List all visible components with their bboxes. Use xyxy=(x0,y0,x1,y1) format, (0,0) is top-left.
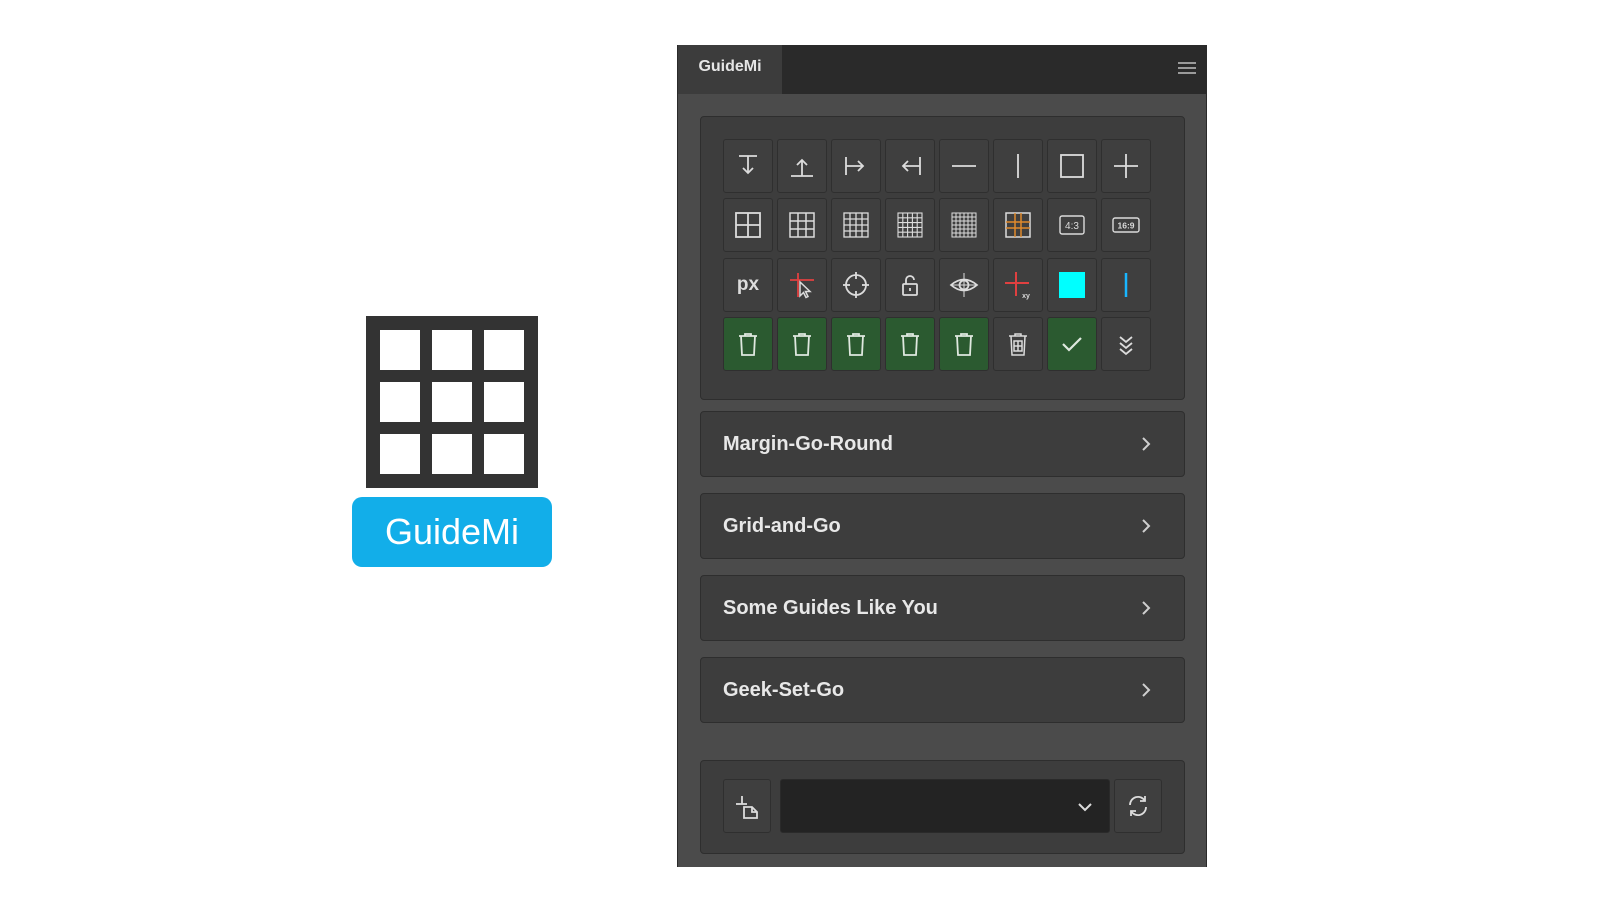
vertical-center-guide-icon[interactable] xyxy=(993,139,1043,193)
lock-guides-icon[interactable] xyxy=(885,258,935,312)
hamburger-menu-icon[interactable] xyxy=(1178,62,1196,76)
grid-2x2-icon[interactable] xyxy=(723,198,773,252)
guide-top-icon[interactable] xyxy=(723,139,773,193)
section-geek-set-go[interactable]: Geek-Set-Go xyxy=(700,657,1185,723)
grid-3x3-icon[interactable] xyxy=(777,198,827,252)
preset-footer xyxy=(700,760,1185,854)
expand-more-icon[interactable] xyxy=(1101,317,1151,371)
section-label: Margin-Go-Round xyxy=(723,433,893,455)
chevron-right-icon xyxy=(1142,683,1151,697)
section-label: Some Guides Like You xyxy=(723,597,938,619)
section-margin-go-round[interactable]: Margin-Go-Round xyxy=(700,411,1185,477)
grid-5x5-icon[interactable] xyxy=(885,198,935,252)
delete-all-guides-icon[interactable] xyxy=(993,317,1043,371)
delete-bottom-guides-icon[interactable] xyxy=(777,317,827,371)
add-guide-xy-icon[interactable]: xy xyxy=(993,258,1043,312)
guide-toolbox: 4:3 16:9 px xy xyxy=(700,116,1185,400)
guidemi-panel: GuideMi 4:3 16:9 px xy Margin-Go-Round G… xyxy=(677,45,1207,867)
target-crosshair-icon[interactable] xyxy=(831,258,881,312)
svg-text:4:3: 4:3 xyxy=(1065,221,1079,232)
chevron-right-icon xyxy=(1142,519,1151,533)
refresh-icon[interactable] xyxy=(1114,779,1162,833)
chevron-right-icon xyxy=(1142,601,1151,615)
guide-line-style-icon[interactable] xyxy=(1101,258,1151,312)
units-label: px xyxy=(736,274,760,295)
delete-center-guides-icon[interactable] xyxy=(939,317,989,371)
svg-text:16:9: 16:9 xyxy=(1117,221,1134,231)
delete-top-guides-icon[interactable] xyxy=(723,317,773,371)
preset-dropdown[interactable] xyxy=(780,779,1110,833)
select-guide-icon[interactable] xyxy=(777,258,827,312)
toggle-visibility-icon[interactable] xyxy=(939,258,989,312)
golden-grid-icon[interactable] xyxy=(993,198,1043,252)
guide-box-icon[interactable] xyxy=(1047,139,1097,193)
center-cross-guide-icon[interactable] xyxy=(1101,139,1151,193)
grid-6x6-icon[interactable] xyxy=(939,198,989,252)
grid-logo-icon xyxy=(366,316,538,488)
guide-left-icon[interactable] xyxy=(831,139,881,193)
section-label: Grid-and-Go xyxy=(723,515,841,537)
delete-right-guides-icon[interactable] xyxy=(885,317,935,371)
guide-color-swatch[interactable] xyxy=(1047,258,1097,312)
apply-check-icon[interactable] xyxy=(1047,317,1097,371)
chevron-right-icon xyxy=(1142,437,1151,451)
units-px-button[interactable]: px xyxy=(723,258,773,312)
chevron-down-icon xyxy=(1078,803,1092,812)
add-guide-from-document-icon[interactable] xyxy=(723,779,771,833)
panel-titlebar: GuideMi xyxy=(678,45,1206,94)
guide-right-icon[interactable] xyxy=(885,139,935,193)
section-grid-and-go[interactable]: Grid-and-Go xyxy=(700,493,1185,559)
ratio-4-3-icon[interactable]: 4:3 xyxy=(1047,198,1097,252)
guide-bottom-icon[interactable] xyxy=(777,139,827,193)
svg-text:xy: xy xyxy=(1022,293,1030,300)
ratio-16-9-icon[interactable]: 16:9 xyxy=(1101,198,1151,252)
grid-4x4-icon[interactable] xyxy=(831,198,881,252)
logo-badge: GuideMi xyxy=(352,497,552,567)
section-label: Geek-Set-Go xyxy=(723,679,845,701)
horizontal-center-guide-icon[interactable] xyxy=(939,139,989,193)
color-swatch xyxy=(1059,272,1085,298)
delete-left-guides-icon[interactable] xyxy=(831,317,881,371)
section-some-guides-like-you[interactable]: Some Guides Like You xyxy=(700,575,1185,641)
panel-tab[interactable]: GuideMi xyxy=(678,45,782,94)
